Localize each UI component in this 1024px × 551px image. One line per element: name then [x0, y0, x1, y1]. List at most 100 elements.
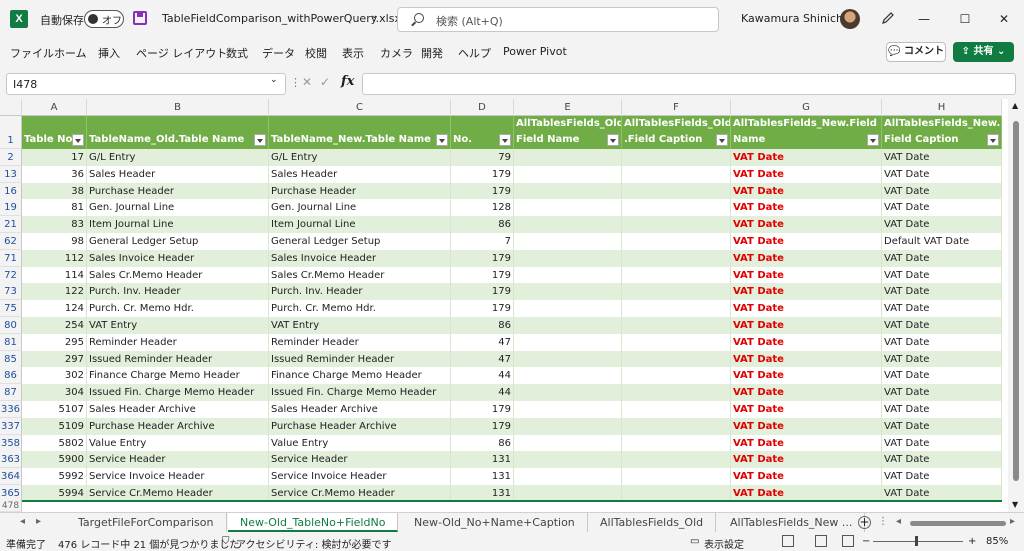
table-cell[interactable]: 179 [451, 165, 514, 183]
display-settings[interactable]: 表示設定 [704, 536, 744, 551]
scroll-right-icon[interactable]: ▸ [1010, 516, 1015, 527]
table-cell[interactable]: Purch. Inv. Header [269, 283, 451, 301]
zoom-slider-thumb[interactable] [915, 536, 918, 546]
table-cell[interactable]: VAT Date [882, 266, 1002, 284]
row-header[interactable]: 62 [0, 233, 22, 250]
menu-home[interactable]: ホーム [54, 45, 87, 61]
table-cell[interactable]: 179 [451, 283, 514, 301]
page-layout-view-icon[interactable] [815, 535, 827, 547]
column-header-h[interactable]: H [882, 99, 1002, 116]
table-cell[interactable] [622, 216, 731, 234]
table-cell[interactable]: VAT Date [731, 317, 882, 334]
file-name[interactable]: TableFieldComparison_withPowerQuery.xlsx [162, 12, 401, 25]
table-cell[interactable]: 124 [22, 300, 87, 318]
chevron-down-icon[interactable]: ⌄ [370, 10, 378, 21]
table-cell[interactable]: VAT Entry [269, 317, 451, 334]
table-cell[interactable] [622, 384, 731, 402]
pen-icon[interactable] [881, 11, 895, 25]
scroll-down-icon[interactable]: ▼ [1012, 500, 1018, 509]
row-header[interactable]: 75 [0, 300, 22, 318]
table-cell[interactable]: Finance Charge Memo Header [269, 367, 451, 385]
select-all-corner[interactable] [0, 99, 22, 116]
table-cell[interactable]: Purchase Header [269, 182, 451, 200]
autosave-toggle[interactable]: オフ [84, 10, 124, 28]
table-cell[interactable]: 114 [22, 266, 87, 284]
table-cell[interactable] [514, 249, 622, 267]
table-cell[interactable]: VAT Date [882, 182, 1002, 200]
table-cell[interactable]: Sales Header [87, 165, 269, 183]
table-cell[interactable] [622, 468, 731, 486]
filter-active-icon[interactable] [867, 134, 879, 146]
column-header-b[interactable]: B [87, 99, 269, 116]
sheet-tab[interactable]: TargetFileForComparison [66, 513, 227, 532]
column-header-c[interactable]: C [269, 99, 451, 116]
row-header[interactable]: 363 [0, 451, 22, 469]
table-cell[interactable]: Sales Header [269, 165, 451, 183]
table-cell[interactable]: VAT Date [731, 283, 882, 301]
menu-insert[interactable]: 挿入 [98, 45, 120, 61]
table-cell[interactable]: 179 [451, 401, 514, 418]
row-header-last[interactable]: 478 [0, 500, 22, 512]
table-cell[interactable]: VAT Date [882, 317, 1002, 334]
table-cell[interactable]: Issued Fin. Charge Memo Header [87, 384, 269, 402]
row-header[interactable]: 364 [0, 468, 22, 486]
vertical-scrollbar[interactable]: ▲ ▼ [1008, 99, 1024, 512]
table-cell[interactable]: Sales Header Archive [87, 401, 269, 418]
table-cell[interactable] [514, 333, 622, 351]
zoom-out-icon[interactable]: − [862, 536, 870, 547]
menu-developer[interactable]: 開発 [421, 45, 443, 61]
table-cell[interactable]: 5107 [22, 401, 87, 418]
table-cell[interactable]: VAT Date [731, 233, 882, 250]
table-cell[interactable]: 179 [451, 300, 514, 318]
table-cell[interactable] [622, 182, 731, 200]
row-header[interactable]: 71 [0, 249, 22, 267]
row-header[interactable]: 13 [0, 165, 22, 183]
table-cell[interactable]: Sales Cr.Memo Header [269, 266, 451, 284]
table-cell[interactable]: VAT Date [731, 333, 882, 351]
table-cell[interactable]: 44 [451, 367, 514, 385]
table-cell[interactable] [622, 417, 731, 435]
table-cell[interactable] [514, 300, 622, 318]
table-cell[interactable]: Reminder Header [87, 333, 269, 351]
table-cell[interactable]: Finance Charge Memo Header [87, 367, 269, 385]
menu-file[interactable]: ファイル [10, 45, 54, 61]
row-header[interactable]: 86 [0, 367, 22, 385]
table-cell[interactable]: VAT Date [882, 300, 1002, 318]
menu-page-layout[interactable]: ページ レイアウト [136, 45, 227, 61]
tab-prev-icon[interactable]: ◂ [20, 516, 25, 527]
table-cell[interactable]: VAT Date [882, 149, 1002, 166]
table-cell[interactable]: Service Invoice Header [87, 468, 269, 486]
row-header[interactable]: 80 [0, 317, 22, 334]
table-cell[interactable]: Default VAT Date [882, 233, 1002, 250]
page-break-view-icon[interactable] [842, 535, 854, 547]
row-header[interactable]: 337 [0, 417, 22, 435]
table-cell[interactable]: 128 [451, 199, 514, 217]
display-settings-icon[interactable]: ▭ [690, 536, 699, 547]
table-cell[interactable] [622, 249, 731, 267]
table-cell[interactable]: Purch. Inv. Header [87, 283, 269, 301]
table-cell[interactable] [514, 266, 622, 284]
table-cell[interactable]: Gen. Journal Line [269, 199, 451, 217]
table-cell[interactable]: 86 [451, 317, 514, 334]
table-cell[interactable]: VAT Date [731, 149, 882, 166]
table-cell[interactable]: Purch. Cr. Memo Hdr. [87, 300, 269, 318]
table-cell[interactable]: 254 [22, 317, 87, 334]
table-cell[interactable] [514, 384, 622, 402]
table-cell[interactable]: 131 [451, 468, 514, 486]
table-cell[interactable]: Service Invoice Header [269, 468, 451, 486]
table-cell[interactable]: VAT Date [731, 350, 882, 368]
table-cell[interactable]: VAT Date [731, 300, 882, 318]
table-cell[interactable] [514, 199, 622, 217]
table-cell[interactable]: Item Journal Line [269, 216, 451, 234]
menu-help[interactable]: ヘルプ [458, 45, 491, 61]
column-header-e[interactable]: E [514, 99, 622, 116]
table-cell[interactable]: 5992 [22, 468, 87, 486]
table-cell[interactable]: 295 [22, 333, 87, 351]
table-cell[interactable]: VAT Date [731, 367, 882, 385]
row-header[interactable]: 21 [0, 216, 22, 234]
table-cell[interactable] [514, 401, 622, 418]
table-cell[interactable]: 302 [22, 367, 87, 385]
sheet-tab[interactable]: AllTablesFields_New ... [718, 513, 866, 532]
row-header[interactable]: 85 [0, 350, 22, 368]
table-cell[interactable] [514, 367, 622, 385]
